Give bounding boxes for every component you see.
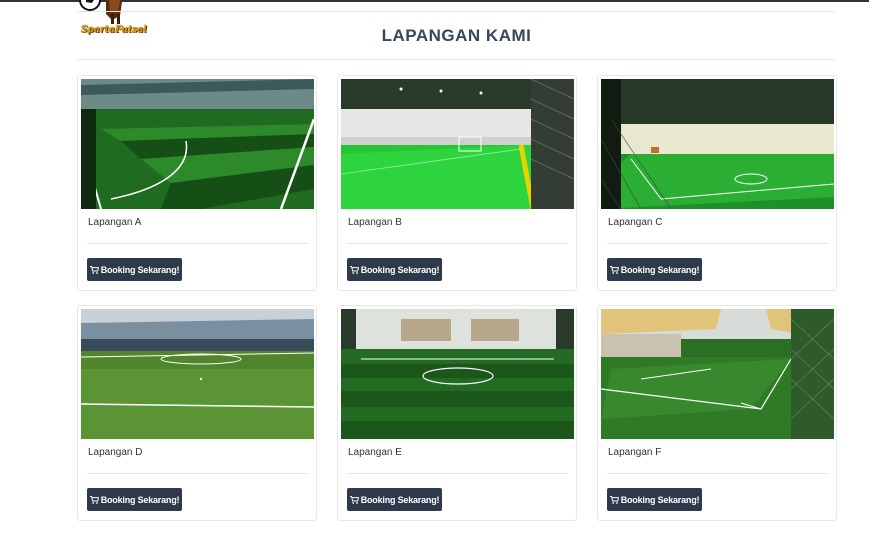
court-card-e: Lapangan E Booking Sekarang! — [337, 305, 577, 521]
court-name: Lapangan C — [608, 217, 663, 228]
booking-button[interactable]: Booking Sekarang! — [87, 258, 182, 281]
card-divider — [607, 473, 828, 474]
court-photo-b[interactable] — [341, 79, 574, 209]
court-name: Lapangan E — [348, 447, 402, 458]
shopping-cart-icon — [349, 495, 359, 504]
court-photo-e[interactable] — [341, 309, 574, 439]
card-divider — [347, 473, 568, 474]
booking-button[interactable]: Booking Sekarang! — [347, 488, 442, 511]
shopping-cart-icon — [89, 495, 99, 504]
court-photo-a[interactable] — [81, 79, 314, 209]
court-card-b: Lapangan B Booking Sekarang! — [337, 75, 577, 291]
court-photo-f[interactable] — [601, 309, 834, 439]
booking-button[interactable]: Booking Sekarang! — [607, 488, 702, 511]
court-photo-d[interactable] — [81, 309, 314, 439]
shopping-cart-icon — [89, 265, 99, 274]
booking-button-label: Booking Sekarang! — [100, 494, 180, 505]
booking-button[interactable]: Booking Sekarang! — [347, 258, 442, 281]
booking-button-label: Booking Sekarang! — [620, 494, 700, 505]
shopping-cart-icon — [349, 265, 359, 274]
page-title: LAPANGAN KAMI — [381, 26, 532, 45]
booking-button-label: Booking Sekarang! — [620, 264, 700, 275]
booking-button[interactable]: Booking Sekarang! — [87, 488, 182, 511]
card-divider — [87, 243, 308, 244]
court-card-d: Lapangan D Booking Sekarang! — [77, 305, 317, 521]
booking-button-label: Booking Sekarang! — [360, 264, 440, 275]
shopping-cart-icon — [609, 495, 619, 504]
header-divider — [77, 11, 835, 12]
court-card-f: Lapangan F Booking Sekarang! — [597, 305, 837, 521]
booking-button-label: Booking Sekarang! — [100, 264, 180, 275]
booking-button-label: Booking Sekarang! — [360, 494, 440, 505]
card-divider — [87, 473, 308, 474]
court-photo-c[interactable] — [601, 79, 834, 209]
court-card-a: Lapangan A Booking Sekarang! — [77, 75, 317, 291]
court-name: Lapangan F — [608, 447, 662, 458]
court-card-c: Lapangan C Booking Sekarang! — [597, 75, 837, 291]
court-name: Lapangan D — [88, 447, 143, 458]
card-divider — [347, 243, 568, 244]
shopping-cart-icon — [609, 265, 619, 274]
court-name: Lapangan A — [88, 217, 142, 228]
card-divider — [607, 243, 828, 244]
booking-button[interactable]: Booking Sekarang! — [607, 258, 702, 281]
title-divider — [77, 59, 835, 60]
court-name: Lapangan B — [348, 217, 402, 228]
